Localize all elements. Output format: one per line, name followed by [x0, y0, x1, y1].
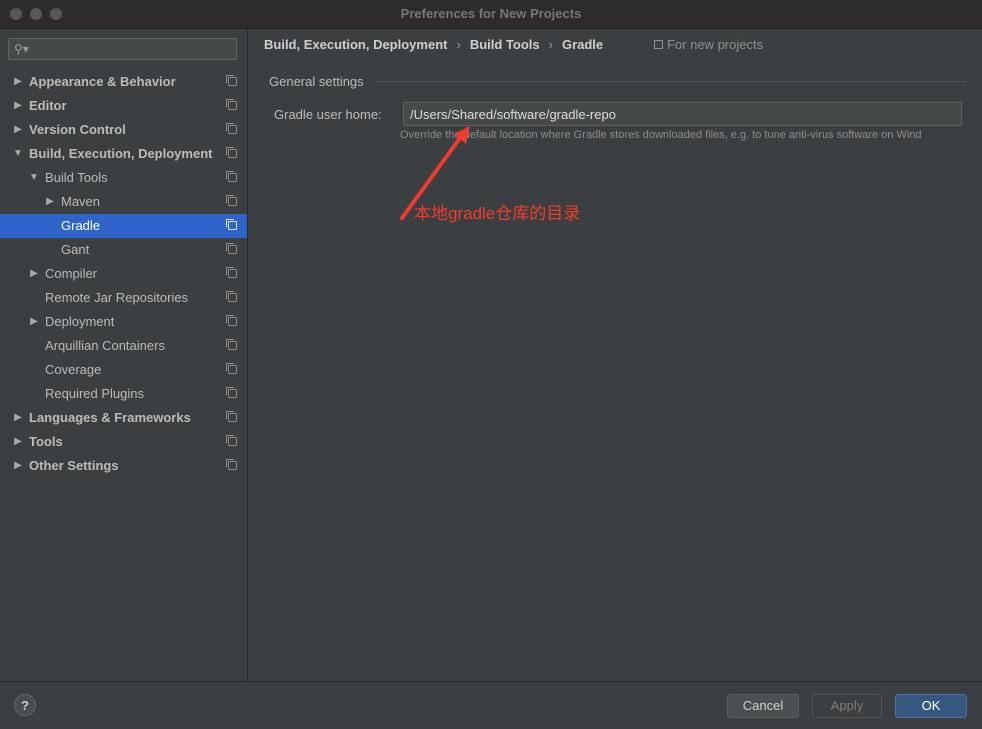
section-title: General settings: [269, 74, 364, 89]
window-title: Preferences for New Projects: [400, 6, 582, 21]
settings-tree: ▶ Appearance & Behavior ▶ Editor ▶ Version Co…: [0, 70, 247, 478]
tree-item-label: Tools: [29, 434, 63, 449]
tree-item-other-settings[interactable]: ▶ Other Settings: [0, 454, 247, 478]
copy-icon: [226, 123, 237, 134]
help-button[interactable]: ?: [14, 694, 36, 716]
copy-icon: [226, 195, 237, 206]
breadcrumb-separator: ›: [456, 37, 461, 52]
tree-item-label: Languages & Frameworks: [29, 410, 191, 425]
tree-item-gant[interactable]: Gant: [0, 238, 247, 262]
collapse-arrow-icon[interactable]: ▼: [28, 166, 40, 190]
tree-item-coverage[interactable]: Coverage: [0, 358, 247, 382]
collapse-arrow-icon[interactable]: ▼: [12, 142, 24, 166]
scope-label: For new projects: [667, 37, 764, 52]
tree-item-maven[interactable]: ▶ Maven: [0, 190, 247, 214]
expand-arrow-icon[interactable]: ▶: [12, 94, 24, 118]
tree-item-label: Deployment: [45, 314, 115, 329]
tree-item-label: Editor: [29, 98, 67, 113]
expand-arrow-icon[interactable]: ▶: [12, 118, 24, 142]
tree-item-compiler[interactable]: ▶ Compiler: [0, 262, 247, 286]
copy-icon: [226, 75, 237, 86]
copy-icon: [226, 387, 237, 398]
tree-item-label: Other Settings: [29, 458, 119, 473]
expand-arrow-icon[interactable]: ▶: [28, 262, 40, 286]
settings-content: Build, Execution, Deployment › Build Tools…: [248, 29, 982, 681]
tree-item-label: Build Tools: [45, 170, 108, 185]
copy-icon: [226, 147, 237, 158]
search-icon: ⚲▾: [14, 42, 29, 56]
copy-icon: [226, 435, 237, 446]
expand-arrow-icon[interactable]: ▶: [12, 430, 24, 454]
search-field[interactable]: ⚲▾: [8, 38, 237, 60]
tree-item-editor[interactable]: ▶ Editor: [0, 94, 247, 118]
copy-icon: [226, 291, 237, 302]
copy-icon: [654, 40, 663, 49]
tree-item-required-plugins[interactable]: Required Plugins: [0, 382, 247, 406]
copy-icon: [226, 363, 237, 374]
copy-icon: [226, 219, 237, 230]
tree-item-remote-jar-repositories[interactable]: Remote Jar Repositories: [0, 286, 247, 310]
breadcrumb-separator: ›: [548, 37, 553, 52]
gradle-home-label: Gradle user home:: [274, 107, 382, 122]
copy-icon: [226, 315, 237, 326]
tree-item-label: Build, Execution, Deployment: [29, 146, 213, 161]
tree-item-gradle[interactable]: Gradle: [0, 214, 247, 238]
copy-icon: [226, 243, 237, 254]
tree-item-label: Coverage: [45, 362, 102, 377]
expand-arrow-icon[interactable]: ▶: [12, 454, 24, 478]
tree-item-tools[interactable]: ▶ Tools: [0, 430, 247, 454]
annotation-text: 本地gradle仓库的目录: [414, 204, 581, 223]
tree-item-label: Gradle: [61, 218, 101, 233]
tree-item-version-control[interactable]: ▶ Version Control: [0, 118, 247, 142]
copy-icon: [226, 99, 237, 110]
ok-button[interactable]: OK: [895, 694, 967, 718]
tree-item-label: Appearance & Behavior: [29, 74, 176, 89]
copy-icon: [226, 411, 237, 422]
tree-item-label: Arquillian Containers: [45, 338, 165, 353]
breadcrumb-item[interactable]: Build, Execution, Deployment: [264, 37, 447, 52]
tree-item-deployment[interactable]: ▶ Deployment: [0, 310, 247, 334]
breadcrumb-item[interactable]: Build Tools: [470, 37, 540, 52]
expand-arrow-icon[interactable]: ▶: [12, 70, 24, 94]
tree-item-label: Maven: [61, 194, 101, 209]
tree-item-appearance-behavior[interactable]: ▶ Appearance & Behavior: [0, 70, 247, 94]
copy-icon: [226, 171, 237, 182]
expand-arrow-icon[interactable]: ▶: [28, 310, 40, 334]
gradle-home-input[interactable]: [403, 102, 962, 126]
cancel-button[interactable]: Cancel: [727, 694, 799, 718]
tree-item-label: Gant: [61, 242, 90, 257]
tree-item-label: Remote Jar Repositories: [45, 290, 189, 305]
expand-arrow-icon[interactable]: ▶: [44, 190, 56, 214]
copy-icon: [226, 339, 237, 350]
apply-button[interactable]: Apply: [812, 694, 882, 718]
dialog-footer: ? Cancel Apply OK: [0, 681, 982, 729]
tree-item-label: Required Plugins: [45, 386, 145, 401]
breadcrumb: Build, Execution, Deployment › Build Tools…: [264, 37, 603, 52]
tree-item-build-execution-deployment[interactable]: ▼ Build, Execution, Deployment: [0, 142, 247, 166]
tree-item-label: Version Control: [29, 122, 126, 137]
title-bar: Preferences for New Projects: [0, 0, 982, 29]
tree-item-label: Compiler: [45, 266, 98, 281]
copy-icon: [226, 459, 237, 470]
section-divider: [376, 81, 966, 82]
tree-item-build-tools[interactable]: ▼ Build Tools: [0, 166, 247, 190]
settings-sidebar: ⚲▾ ▶ Appearance & Behavior ▶ Editor ▶ Version…: [0, 29, 248, 681]
expand-arrow-icon[interactable]: ▶: [12, 406, 24, 430]
gradle-home-hint: Override the default location where Grad…: [400, 129, 922, 141]
tree-item-languages-frameworks[interactable]: ▶ Languages & Frameworks: [0, 406, 247, 430]
breadcrumb-item-current: Gradle: [561, 37, 604, 52]
scope-indicator: For new projects: [654, 37, 763, 52]
copy-icon: [226, 267, 237, 278]
tree-item-arquillian-containers[interactable]: Arquillian Containers: [0, 334, 247, 358]
